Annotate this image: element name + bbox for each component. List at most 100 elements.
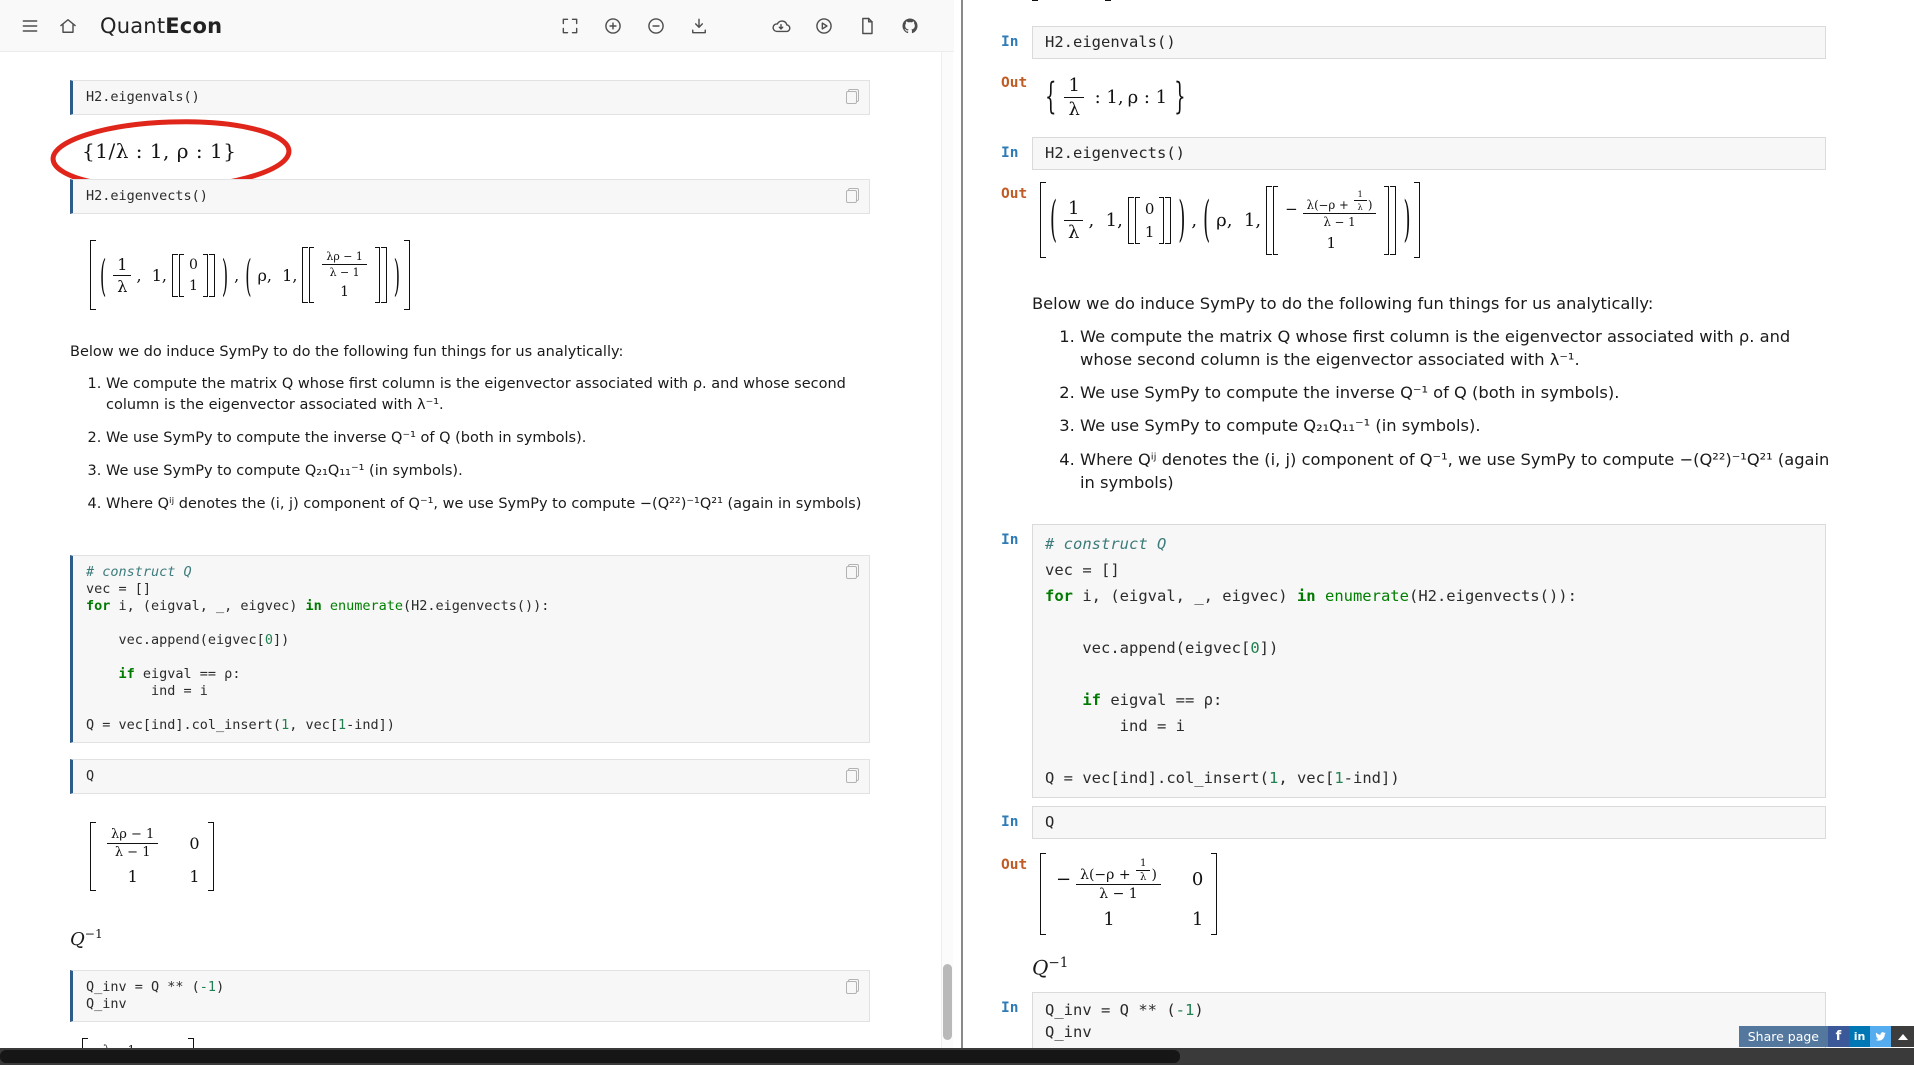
code-line: Q = vec[ind].col_insert(1, vec[1-ind]) (86, 717, 835, 734)
frac-num: λρ − 1 (322, 250, 367, 265)
frac-den: λ (1068, 98, 1080, 120)
tok: 1 (338, 717, 347, 734)
tok: vec = [] (1045, 560, 1120, 579)
fullscreen-icon[interactable] (560, 16, 580, 36)
share-page-button[interactable]: Share page (1738, 1026, 1828, 1047)
frac-den: λ (1357, 201, 1363, 212)
horizontal-scrollbar-thumb[interactable] (0, 1050, 1180, 1063)
code-cell-eigenvects: H2.eigenvects() (70, 179, 870, 214)
linkedin-share-icon[interactable]: in (1849, 1026, 1870, 1047)
in-prompt: In (1001, 813, 1019, 830)
tok: , vec[ (289, 717, 338, 734)
code-line: Q_inv = Q ** (-1) (86, 979, 835, 996)
tok: -ind]) (1343, 768, 1400, 787)
menu-icon[interactable] (20, 16, 40, 36)
tok: Q_inv = Q ** ( (86, 979, 200, 996)
twitter-share-icon[interactable] (1870, 1026, 1891, 1047)
nb-row-q: In Q (963, 805, 1914, 839)
math-text: ρ, 1, (257, 265, 298, 285)
copy-icon[interactable] (846, 89, 859, 104)
scroll-to-top-icon[interactable] (1891, 1026, 1914, 1047)
code-line: vec = [] (86, 581, 835, 598)
math-text: , (234, 265, 240, 285)
input-cell-qinv[interactable]: Q_inv = Q ** (-1) Q_inv (1032, 991, 1826, 1048)
clipped-output-bottom: λ − 1λρ − 1 0 (82, 1038, 870, 1048)
tok: for (86, 598, 111, 615)
github-icon[interactable] (900, 16, 920, 36)
tok: 0 (264, 632, 273, 649)
input-cell-eigenvects[interactable]: H2.eigenvects() (1032, 137, 1826, 170)
code-text: H2.eigenvects() (86, 188, 208, 204)
left-vertical-scrollbar[interactable] (941, 52, 953, 1048)
tok (322, 598, 330, 614)
clipped-output-top: λ λ (1032, 0, 1914, 14)
header-toolbar (560, 16, 920, 36)
tok: eigval == ρ: (1101, 690, 1223, 709)
math-text: , 1, (1088, 209, 1123, 231)
facebook-share-icon[interactable]: f (1828, 1026, 1849, 1047)
frac-num: 1 (1353, 189, 1367, 201)
frac-den: λ − 1 (329, 266, 360, 279)
input-cell-eigenvals[interactable]: H2.eigenvals() (1032, 26, 1826, 59)
out-prompt: Out (1001, 75, 1028, 91)
math-text: ρ : 1 (1127, 86, 1168, 108)
eigen-tuple-1: ( 1λ , 1, 01 ) (96, 249, 232, 300)
entry: 1 (127, 867, 138, 887)
nb-row-eigenvals: In H2.eigenvals() (963, 26, 1914, 59)
frac-num: 1 (1136, 858, 1151, 871)
tok: 1 (1268, 768, 1279, 787)
paren: ( (245, 249, 252, 301)
paren: ) (1403, 191, 1411, 249)
home-icon[interactable] (58, 16, 78, 36)
code-line: for i, (eigval, _, eigvec) in enumerate(… (86, 598, 835, 615)
frac-num: λ(−ρ + (1306, 197, 1353, 212)
code-line: Q_inv (1045, 1021, 1813, 1043)
entry: 1 (1103, 908, 1115, 930)
tok: in (1296, 586, 1316, 605)
math-text: − (1285, 199, 1298, 218)
task-list: We compute the matrix Q whose first colu… (1032, 325, 1832, 494)
frac-num: ) (1367, 197, 1373, 212)
entry: 1 (1144, 222, 1155, 241)
cloud-download-icon[interactable] (771, 16, 791, 36)
copy-icon[interactable] (846, 768, 859, 784)
math-text: , 1, (136, 265, 167, 285)
frac-num: ) (1151, 866, 1157, 883)
copy-icon[interactable] (846, 188, 859, 203)
brand-logo[interactable]: QuantEcon (100, 14, 222, 38)
input-cell-construct-q[interactable]: # construct Q vec = [] for i, (eigval, _… (1032, 523, 1826, 798)
bracket (187, 1038, 194, 1048)
nb-row-eigenvects: In H2.eigenvects() (963, 137, 1914, 170)
tok: # construct Q (1045, 534, 1167, 553)
left-vertical-scrollbar-thumb[interactable] (943, 964, 952, 1040)
copy-icon[interactable] (846, 979, 859, 995)
eigenvals-output-text: {1/λ : 1, ρ : 1} (82, 139, 237, 163)
share-bar: Share page f in (1738, 1026, 1914, 1047)
frac-num: 1 (1064, 198, 1084, 221)
math-text: − (1056, 869, 1072, 891)
tok: eigval == ρ: (134, 666, 241, 683)
zoom-out-circle-icon[interactable] (646, 16, 666, 36)
tok: for (1045, 586, 1073, 605)
frac-num: λ(−ρ + (1080, 866, 1136, 883)
copy-icon[interactable] (846, 564, 859, 580)
run-notebook-icon[interactable] (814, 16, 834, 36)
code-line: if eigval == ρ: (1045, 687, 1813, 713)
horizontal-scrollbar[interactable] (0, 1048, 1914, 1065)
brace: { (1045, 76, 1057, 118)
nb-row-construct-q: In # construct Q vec = [] for i, (eigval… (963, 523, 1914, 798)
brace: } (1174, 76, 1186, 118)
download-icon[interactable] (689, 16, 709, 36)
paren: ) (221, 249, 229, 301)
zoom-in-circle-icon[interactable] (603, 16, 623, 36)
tok (86, 666, 119, 682)
file-icon[interactable] (857, 16, 877, 36)
q-inverse-label: Q−1 (70, 927, 870, 950)
frac-den: λ − 1 (1323, 214, 1356, 229)
frac-num: λρ − 1 (107, 827, 159, 845)
tok: ]) (272, 632, 290, 649)
input-cell-q[interactable]: Q (1032, 805, 1826, 839)
